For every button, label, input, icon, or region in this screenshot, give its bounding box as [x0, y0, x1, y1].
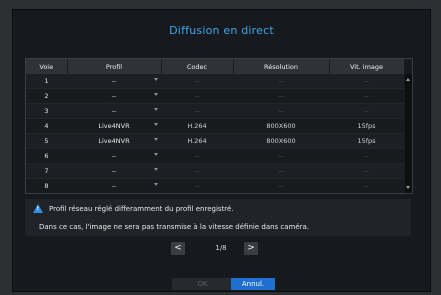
column-header-codec: Codec	[161, 59, 234, 74]
dropdown-arrow-icon	[154, 182, 158, 186]
cancel-button[interactable]: Annul.	[231, 278, 275, 290]
column-header-vit-image: Vit. image	[329, 59, 405, 74]
page-indicator: 1/8	[215, 244, 227, 252]
dialog-title: Diffusion en direct	[169, 24, 274, 37]
dropdown-arrow-icon	[154, 167, 158, 171]
ok-button[interactable]: OK	[172, 278, 233, 290]
framerate-cell: --	[329, 178, 404, 193]
table-scrollbar[interactable]	[405, 74, 412, 193]
channel-number: 3	[26, 103, 67, 120]
profile-select[interactable]: Live4NVR	[67, 118, 161, 135]
framerate-cell: --	[329, 103, 404, 120]
framerate-cell: --	[329, 148, 404, 164]
profile-value: --	[111, 107, 117, 116]
table-header-row: Voie Profil Codec Résolution Vit. image	[26, 59, 405, 74]
codec-cell: H.264	[161, 133, 233, 149]
profile-value: Live4NVR	[98, 137, 130, 145]
profile-select[interactable]: --	[67, 178, 161, 193]
dropdown-arrow-icon	[154, 123, 158, 127]
warning-detail: Dans ce cas, l'image ne sera pas transmi…	[39, 223, 310, 231]
profile-select[interactable]: --	[67, 163, 161, 179]
table-row: 4 Live4NVR H.264 800X600 15fps	[26, 118, 404, 135]
channel-number: 7	[26, 163, 67, 179]
profile-select[interactable]: --	[67, 103, 161, 120]
resolution-cell: 800X600	[233, 133, 329, 149]
scroll-down-icon[interactable]	[406, 186, 410, 189]
codec-cell: --	[161, 148, 233, 164]
previous-page-button[interactable]: <	[171, 242, 185, 255]
profile-value: --	[111, 92, 117, 101]
codec-cell: --	[161, 178, 233, 193]
resolution-cell: --	[233, 178, 329, 193]
profile-value: --	[111, 151, 117, 160]
codec-cell: --	[161, 74, 233, 90]
profile-select[interactable]: Live4NVR	[67, 133, 161, 149]
dropdown-arrow-icon	[154, 152, 158, 156]
warning-icon-mark: !	[36, 206, 40, 212]
resolution-cell: --	[233, 163, 329, 179]
channel-number: 4	[26, 118, 67, 135]
channel-table: Voie Profil Codec Résolution Vit. image …	[25, 58, 413, 194]
table-row: 2 -- -- -- --	[26, 88, 404, 105]
warning-message: Profil réseau réglé differamment du prof…	[49, 205, 234, 213]
profile-value: --	[111, 166, 117, 175]
framerate-cell: 15fps	[329, 133, 404, 149]
table-row: 6 -- -- -- --	[26, 148, 404, 164]
column-header-voie: Voie	[26, 59, 68, 74]
channel-number: 2	[26, 88, 67, 105]
next-page-button[interactable]: >	[244, 242, 258, 255]
channel-number: 6	[26, 148, 67, 164]
codec-cell: --	[161, 163, 233, 179]
profile-select[interactable]: --	[67, 148, 161, 164]
dropdown-arrow-icon	[154, 108, 158, 112]
table-row: 7 -- -- -- --	[26, 163, 404, 179]
resolution-cell: --	[233, 103, 329, 120]
profile-value: --	[111, 77, 117, 86]
profile-value: Live4NVR	[98, 122, 130, 131]
channel-number: 5	[26, 133, 67, 149]
resolution-cell: 800X600	[233, 118, 329, 135]
table-row: 5 Live4NVR H.264 800X600 15fps	[26, 133, 404, 149]
framerate-cell: --	[329, 74, 404, 90]
column-header-profil: Profil	[67, 59, 162, 74]
warning-notice: ! Profil réseau réglé differamment du pr…	[25, 199, 411, 236]
codec-cell: --	[161, 88, 233, 105]
pagination: < 1/8 >	[0, 242, 441, 256]
scroll-up-icon[interactable]	[406, 78, 410, 81]
profile-select[interactable]: --	[67, 88, 161, 105]
column-header-resolution: Résolution	[233, 59, 330, 74]
dropdown-arrow-icon	[154, 93, 158, 97]
table-row: 3 -- -- -- --	[26, 103, 404, 120]
channel-number: 8	[26, 178, 67, 193]
framerate-cell: 15fps	[329, 118, 404, 135]
table-row: 8 -- -- -- --	[26, 178, 404, 193]
dropdown-arrow-icon	[154, 138, 158, 142]
profile-select[interactable]: --	[67, 74, 161, 90]
table-row: 1 -- -- -- --	[26, 74, 404, 90]
dropdown-arrow-icon	[154, 78, 158, 81]
resolution-cell: --	[233, 74, 329, 90]
resolution-cell: --	[233, 88, 329, 105]
framerate-cell: --	[329, 163, 404, 179]
codec-cell: --	[161, 103, 233, 120]
framerate-cell: --	[329, 88, 404, 105]
profile-value: --	[111, 181, 117, 190]
codec-cell: H.264	[161, 118, 233, 135]
channel-number: 1	[26, 74, 67, 90]
resolution-cell: --	[233, 148, 329, 164]
